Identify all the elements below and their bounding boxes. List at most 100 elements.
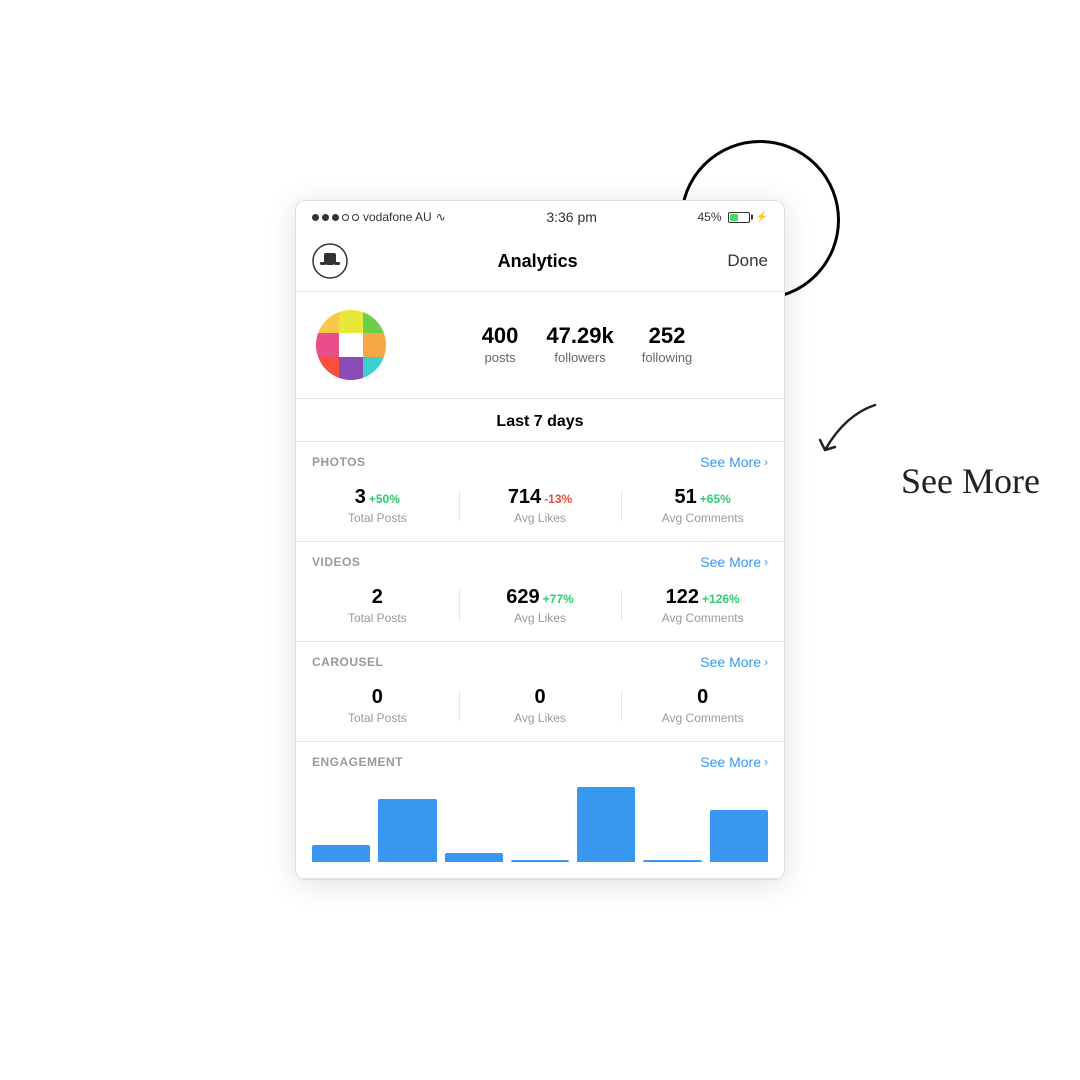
chevron-icon: ›: [764, 555, 768, 569]
metric-item-videos-1: 629+77%Avg Likes: [459, 586, 622, 625]
avatar-cell-3: [363, 310, 386, 333]
followers-label: followers: [554, 350, 605, 365]
section-carousel: CAROUSEL See More › 0 Total Posts0Avg Likes…: [296, 642, 784, 742]
metric-change-photos-0: +50%: [369, 492, 400, 506]
bar-0: [312, 845, 370, 862]
carrier-label: vodafone AU: [363, 210, 432, 224]
section-photos: PHOTOSSee More ›3+50%Total Posts714-13%A…: [296, 442, 784, 542]
avatar-cell-5: [339, 333, 362, 356]
avatar-cell-7: [316, 357, 339, 380]
avatar-cell-6: [363, 333, 386, 356]
avatar-cell-2: [339, 310, 362, 333]
metrics-row-videos: 2Total Posts629+77%Avg Likes122+126%Avg …: [296, 578, 784, 641]
chevron-icon: ›: [764, 455, 768, 469]
stat-posts: 400 posts: [482, 323, 519, 367]
status-right: 45% ⚡: [698, 210, 768, 224]
section-header-photos: PHOTOS See More ›: [296, 442, 784, 478]
dot-5: [352, 214, 359, 221]
metrics-row-photos: 3+50%Total Posts714-13%Avg Likes51+65%Av…: [296, 478, 784, 541]
metric-item-videos-0: 2Total Posts: [296, 586, 459, 625]
status-bar: vodafone AU ∿ 3:36 pm 45% ⚡: [296, 201, 784, 233]
section-header-engagement: ENGAGEMENTSee More ›: [296, 742, 784, 778]
metric-item-carousel-1: 0Avg Likes: [459, 686, 622, 725]
metric-value-videos-1: 629+77%: [506, 586, 573, 608]
metric-item-photos-2: 51+65% Avg Comments: [621, 486, 784, 525]
see-more-photos[interactable]: See More ›: [700, 454, 768, 470]
dot-1: [312, 214, 319, 221]
metric-change-videos-2: +126%: [702, 592, 740, 606]
metric-value-photos-2: 51+65%: [675, 486, 731, 508]
section-engagement: ENGAGEMENTSee More ›: [296, 742, 784, 879]
metric-value-carousel-2: 0: [697, 686, 708, 708]
avatar-cell-8: [339, 357, 362, 380]
battery-body: [728, 212, 750, 223]
metric-label-carousel-0: Total Posts: [296, 711, 459, 725]
lightning-icon: ⚡: [756, 212, 768, 223]
metric-value-carousel-1: 0: [534, 686, 545, 708]
section-title-photos: PHOTOS: [312, 455, 365, 469]
see-more-carousel[interactable]: See More ›: [700, 654, 768, 670]
metric-label-photos-2: Avg Comments: [621, 511, 784, 525]
annotation-label: See More: [901, 460, 1040, 502]
dot-3: [332, 214, 339, 221]
avatar-cell-9: [363, 357, 386, 380]
metric-change-photos-1: -13%: [544, 492, 572, 506]
section-title-carousel: CAROUSEL: [312, 655, 383, 669]
followers-value: 47.29k: [546, 323, 613, 349]
metric-value-videos-2: 122+126%: [666, 586, 740, 608]
section-header-videos: VIDEOS See More ›: [296, 542, 784, 578]
see-more-videos[interactable]: See More ›: [700, 554, 768, 570]
stat-following: 252 following: [642, 323, 693, 367]
battery-percent: 45%: [698, 210, 722, 224]
avatar-cell-1: [316, 310, 339, 333]
bar-3: [511, 860, 569, 862]
time-display: 3:36 pm: [546, 209, 597, 225]
dot-2: [322, 214, 329, 221]
stat-followers: 47.29k followers: [546, 323, 613, 367]
see-more-engagement[interactable]: See More ›: [700, 754, 768, 770]
avatar-cell-4: [316, 333, 339, 356]
metric-label-carousel-2: Avg Comments: [621, 711, 784, 725]
following-label: following: [642, 350, 693, 365]
posts-label: posts: [485, 350, 516, 365]
bar-5: [643, 860, 701, 862]
section-title-videos: VIDEOS: [312, 555, 360, 569]
battery-indicator: [728, 212, 750, 223]
period-label: Last 7 days: [496, 413, 583, 430]
chevron-icon: ›: [764, 655, 768, 669]
metric-value-videos-0: 2: [372, 586, 383, 608]
posts-value: 400: [482, 323, 519, 349]
phone-container: vodafone AU ∿ 3:36 pm 45% ⚡: [295, 200, 785, 880]
signal-dots: [312, 214, 359, 221]
period-row: Last 7 days: [296, 399, 784, 442]
bar-4: [577, 787, 635, 862]
metric-change-videos-1: +77%: [543, 592, 574, 606]
metrics-row-carousel: 0Total Posts0Avg Likes0Avg Comments: [296, 678, 784, 741]
spy-icon: [312, 243, 348, 279]
sections-container: PHOTOSSee More ›3+50%Total Posts714-13%A…: [296, 442, 784, 879]
metric-value-carousel-0: 0: [372, 686, 383, 708]
section-header-carousel: CAROUSEL See More ›: [296, 642, 784, 678]
metric-item-photos-0: 3+50% Total Posts: [296, 486, 459, 525]
battery-fill: [730, 214, 738, 221]
metric-label-photos-1: Avg Likes: [459, 511, 622, 525]
nav-title: Analytics: [498, 251, 578, 272]
metric-value-photos-0: 3+50%: [355, 486, 400, 508]
done-button[interactable]: Done: [727, 251, 768, 271]
status-left: vodafone AU ∿: [312, 210, 446, 224]
nav-logo: [312, 243, 348, 279]
metric-item-carousel-2: 0 Avg Comments: [621, 686, 784, 725]
metric-item-photos-1: 714-13%Avg Likes: [459, 486, 622, 525]
nav-bar: Analytics Done: [296, 233, 784, 292]
following-value: 252: [642, 323, 693, 349]
wifi-icon: ∿: [436, 210, 446, 224]
engagement-chart: [296, 778, 784, 878]
dot-4: [342, 214, 349, 221]
metric-label-photos-0: Total Posts: [296, 511, 459, 525]
bar-1: [378, 799, 436, 862]
outer-wrapper: See More vodafone AU ∿ 3:36 pm 45%: [0, 0, 1080, 1080]
bar-6: [710, 810, 768, 862]
metric-item-videos-2: 122+126%Avg Comments: [621, 586, 784, 625]
chevron-icon: ›: [764, 755, 768, 769]
avatar: [316, 310, 386, 380]
